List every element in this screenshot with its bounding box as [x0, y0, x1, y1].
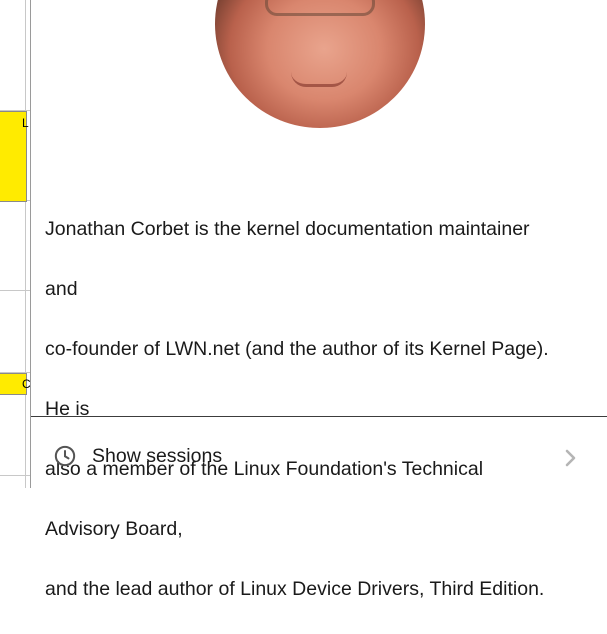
grid-line [25, 0, 26, 488]
calendar-cell-label: C [22, 377, 30, 391]
speaker-bio: Jonathan Corbet is the kernel documentat… [45, 184, 605, 634]
photo-mouth [291, 72, 347, 87]
grid-line [0, 290, 30, 291]
calendar-cell-label: L [22, 116, 29, 130]
show-sessions-label: Show sessions [92, 445, 223, 467]
bio-line: and the lead author of Linux Device Driv… [45, 578, 545, 600]
photo-glasses [265, 0, 375, 16]
grid-line [0, 475, 30, 476]
bio-line: and [45, 278, 78, 300]
background-grid: L C [0, 0, 30, 488]
chevron-right-icon [565, 449, 576, 467]
clock-icon [54, 445, 76, 467]
speaker-photo [215, 0, 425, 128]
bio-line: Jonathan Corbet is the kernel documentat… [45, 218, 530, 240]
bio-line: Advisory Board, [45, 518, 183, 540]
show-sessions-button[interactable]: Show sessions [31, 417, 607, 488]
speaker-panel: Jonathan Corbet is the kernel documentat… [30, 0, 607, 600]
bio-line: co-founder of LWN.net (and the author of… [45, 338, 549, 360]
